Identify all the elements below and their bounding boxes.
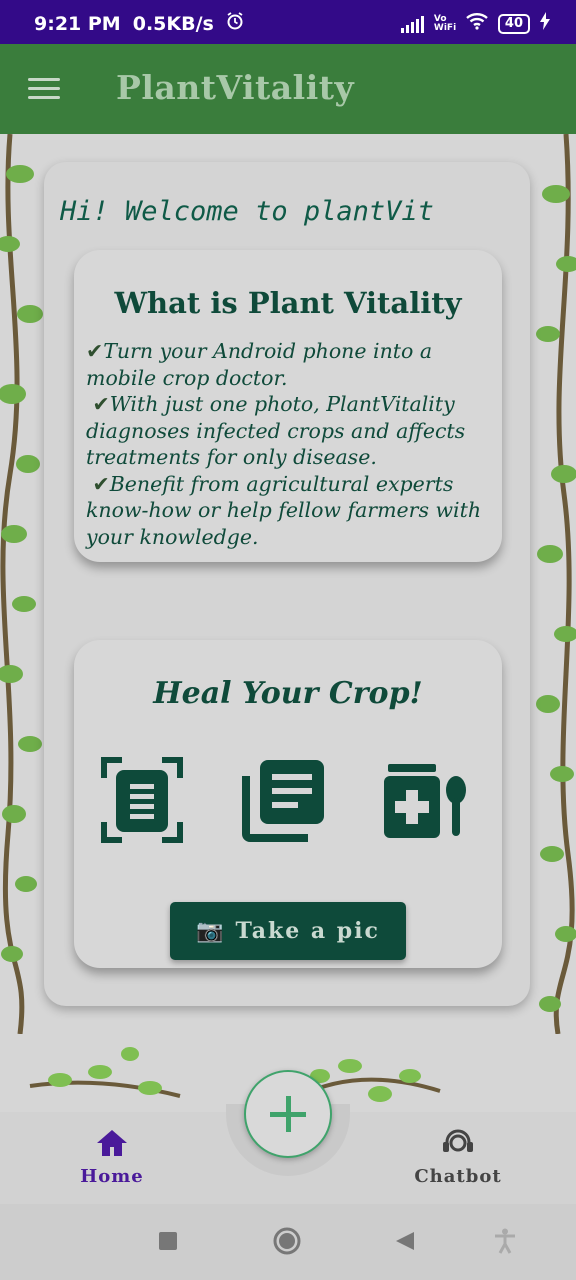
nav-chatbot-label: Chatbot — [414, 1166, 502, 1187]
chatbot-icon — [443, 1129, 473, 1152]
app-bar: PlantVitality — [0, 44, 576, 134]
home-icon — [97, 1130, 127, 1156]
right-vine-decoration — [536, 134, 576, 1034]
info-points: ✔Turn your Android phone into a mobile c… — [86, 338, 496, 550]
check-icon: ✔ — [92, 471, 110, 496]
medicine-icon[interactable] — [382, 764, 472, 838]
alarm-icon — [226, 12, 244, 35]
info-point: ✔Benefit from agricultural experts know-… — [86, 471, 482, 549]
signal-icon — [400, 15, 424, 33]
nav-home-label: Home — [80, 1166, 144, 1187]
wifi-icon — [466, 12, 488, 35]
welcome-text: Hi! Welcome to plantVit — [60, 196, 434, 227]
scan-document-icon[interactable] — [100, 756, 184, 844]
add-fab-button[interactable] — [244, 1070, 332, 1158]
app-title: PlantVitality — [116, 68, 355, 107]
vowifi-icon: Vo WiFi — [433, 13, 457, 33]
library-books-icon[interactable] — [242, 758, 326, 842]
plus-icon — [270, 1096, 306, 1132]
nav-home[interactable]: Home — [72, 1128, 152, 1187]
recents-icon[interactable] — [157, 1230, 179, 1252]
info-point: ✔With just one photo, PlantVitality diag… — [86, 392, 466, 469]
status-bar: 9:21 PM 0.5KB/s Vo WiFi 40 — [0, 0, 576, 44]
check-icon: ✔ — [92, 392, 110, 416]
accessibility-icon[interactable] — [494, 1228, 516, 1254]
info-point: ✔Turn your Android phone into a mobile c… — [86, 339, 433, 390]
status-time: 9:21 PM — [34, 12, 121, 35]
home-circle-icon[interactable] — [272, 1226, 302, 1256]
back-icon[interactable] — [394, 1230, 416, 1252]
battery-indicator: 40 — [497, 13, 530, 34]
take-pic-label: Take a pic — [235, 918, 380, 944]
nav-chatbot[interactable]: Chatbot — [410, 1128, 506, 1187]
take-pic-button[interactable]: 📷 Take a pic — [170, 902, 406, 960]
left-vine-decoration — [0, 134, 43, 1034]
charging-icon — [540, 12, 550, 35]
status-net-speed: 0.5KB/s — [132, 12, 214, 35]
heal-title: Heal Your Crop! — [153, 676, 423, 711]
check-icon: ✔ — [86, 339, 104, 363]
info-title: What is Plant Vitality — [114, 286, 462, 320]
camera-icon: 📷 — [196, 918, 226, 944]
hamburger-menu-icon[interactable] — [28, 78, 60, 100]
